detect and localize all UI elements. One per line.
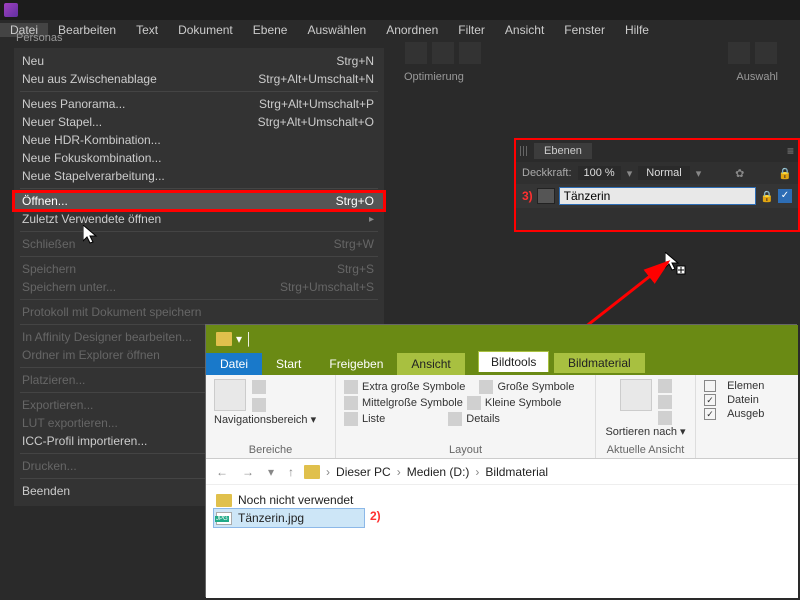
view-small[interactable]: Kleine Symbole [485,397,561,409]
layer-name-input[interactable] [559,187,757,205]
layers-tab[interactable]: Ebenen [534,143,592,159]
chk-extensions[interactable]: ✓ [704,394,716,406]
menu-bar[interactable]: Datei Bearbeiten Text Dokument Ebene Aus… [0,20,800,40]
pane-icon[interactable] [252,380,266,394]
breadcrumb[interactable]: Dieser PC [336,465,391,479]
layers-panel[interactable]: Ebenen ≡ Deckkraft: 100 %▾ Normal▾ ✿ 🔒 3… [516,140,798,230]
col-icon[interactable] [658,379,672,393]
file-explorer-window[interactable]: ▾ │ Datei Start Freigeben Ansicht Verwal… [206,325,798,598]
folder-item[interactable]: Noch nicht verwendet [214,491,790,509]
group-bereiche: Bereiche [214,444,327,456]
file-name: Tänzerin.jpg [238,511,304,525]
nav-back-icon[interactable]: ← [212,465,232,479]
optimierung-label: Optimierung [404,71,464,83]
panel-grip-icon[interactable] [520,146,528,156]
opt-icon[interactable] [405,42,427,64]
jpg-file-icon [216,512,232,525]
menu-new-hdr[interactable]: Neue HDR-Kombination... [14,131,384,149]
menu-save-as[interactable]: Speichern unter...Strg+Umschalt+S [14,278,384,296]
view-details[interactable]: Details [466,413,500,425]
menu-text[interactable]: Text [126,23,168,37]
menu-dokument[interactable]: Dokument [168,23,243,37]
opt-icon[interactable] [432,42,454,64]
cursor-copy-icon [665,252,687,278]
chk-elements[interactable] [704,380,716,392]
titlebar [0,0,800,20]
breadcrumb[interactable]: Bildmaterial [485,465,548,479]
tab-ansicht[interactable]: Ansicht [397,353,464,375]
view-list[interactable]: Liste [362,413,385,425]
explorer-file-list[interactable]: Noch nicht verwendet Tänzerin.jpg 2) [206,485,798,547]
col-icon[interactable] [658,395,672,409]
menu-fenster[interactable]: Fenster [554,23,615,37]
menu-close[interactable]: SchließenStrg+W [14,235,384,253]
nav-up-icon[interactable]: ↑ [284,465,298,479]
opacity-value[interactable]: 100 % [578,166,621,180]
chk-hidden[interactable]: ✓ [704,408,716,420]
view-xl[interactable]: Extra große Symbole [362,381,465,393]
app-logo-icon [4,3,18,17]
layer-thumbnail-icon[interactable] [537,188,555,204]
col-icon[interactable] [658,411,672,425]
annotation-2: 2) [370,509,381,523]
tab-freigeben[interactable]: Freigeben [315,353,397,375]
sel-icon[interactable] [755,42,777,64]
menu-save[interactable]: SpeichernStrg+S [14,260,384,278]
breadcrumb[interactable]: Medien (D:) [407,465,470,479]
menu-ebene[interactable]: Ebene [243,23,298,37]
lock-icon[interactable]: 🔒 [760,190,774,203]
menu-save-protocol[interactable]: Protokoll mit Dokument speichern [14,303,384,321]
menu-new[interactable]: NeuStrg+N [14,52,384,70]
explorer-ribbon[interactable]: Navigationsbereich ▾ Bereiche Extra groß… [206,375,798,459]
file-item-selected[interactable]: Tänzerin.jpg [214,509,364,527]
annotation-3: 3) [522,189,533,203]
ribbon-context-bildtools[interactable]: Bildtools [478,351,549,372]
menu-new-batch[interactable]: Neue Stapelverarbeitung... [14,167,384,185]
group-layout: Layout [344,444,587,456]
ribbon-context-bildmaterial[interactable]: Bildmaterial [554,353,645,373]
folder-icon [304,465,320,479]
nav-fwd-icon[interactable]: → [238,465,258,479]
menu-filter[interactable]: Filter [448,23,495,37]
personas-label: Personas [16,32,62,44]
menu-open-recent[interactable]: Zuletzt Verwendete öffnen [14,210,384,228]
explorer-address-bar[interactable]: ← → ▾ ↑ › Dieser PC› Medien (D:)› Bildma… [206,459,798,485]
pane-icon[interactable] [252,398,266,412]
explorer-ribbon-tabs[interactable]: Datei Start Freigeben Ansicht Verwalten … [206,353,798,375]
menu-open[interactable]: Öffnen...Strg+O [14,192,384,210]
layer-gear-icon[interactable]: ✿ [735,167,744,180]
menu-new-focus[interactable]: Neue Fokuskombination... [14,149,384,167]
navpane-icon[interactable] [214,379,246,411]
menu-new-stack[interactable]: Neuer Stapel...Strg+Alt+Umschalt+O [14,113,384,131]
secondary-toolbar: Optimierung Auswahl [384,38,798,96]
layer-lock-icon[interactable]: 🔒 [778,167,792,180]
group-aktuelle-ansicht: Aktuelle Ansicht [607,444,685,456]
navpane-label[interactable]: Navigationsbereich ▾ [214,413,327,426]
sort-icon[interactable] [620,379,652,411]
sel-icon[interactable] [728,42,750,64]
panel-menu-icon[interactable]: ≡ [787,144,794,158]
menu-new-clipboard[interactable]: Neu aus ZwischenablageStrg+Alt+Umschalt+… [14,70,384,88]
menu-anordnen[interactable]: Anordnen [376,23,448,37]
layer-row[interactable]: 3) 🔒 ✓ [516,184,798,208]
menu-auswaehlen[interactable]: Auswählen [297,23,376,37]
folder-icon [216,494,232,507]
layer-visible-checkbox[interactable]: ✓ [778,189,792,203]
tab-start[interactable]: Start [262,353,315,375]
sort-by-label[interactable]: Sortieren nach ▾ [605,425,685,438]
nav-history-icon[interactable]: ▾ [264,465,278,479]
menu-hilfe[interactable]: Hilfe [615,23,659,37]
menu-new-panorama[interactable]: Neues Panorama...Strg+Alt+Umschalt+P [14,95,384,113]
explorer-titlebar[interactable]: ▾ │ [206,325,798,353]
menu-ansicht[interactable]: Ansicht [495,23,554,37]
opacity-label: Deckkraft: [522,167,572,179]
view-med[interactable]: Mittelgroße Symbole [362,397,463,409]
blend-mode-select[interactable]: Normal [638,166,689,180]
view-large[interactable]: Große Symbole [497,381,574,393]
opt-icon[interactable] [459,42,481,64]
auswahl-label: Auswahl [736,71,778,83]
folder-icon [216,332,232,346]
tab-datei[interactable]: Datei [206,353,262,375]
